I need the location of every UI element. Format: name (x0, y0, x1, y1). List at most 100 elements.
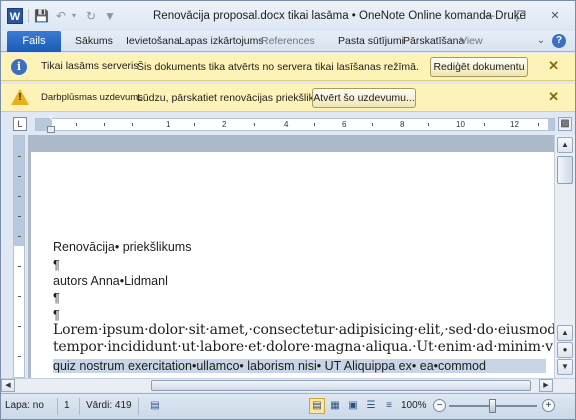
tab-page-layout[interactable]: Lapas izkārtojums (179, 31, 264, 52)
close-icon[interactable]: ✕ (545, 8, 565, 24)
vertical-scrollbar[interactable]: ▲ ▲ ● ▼ (554, 135, 575, 378)
scroll-left-icon[interactable]: ◀ (1, 379, 15, 392)
ruler-tick (18, 156, 21, 157)
readonly-message-bar: i Tikai lasāms serveris Šis dokuments ti… (1, 53, 575, 81)
ruler-tick (18, 266, 21, 267)
horizontal-scroll-thumb[interactable] (151, 380, 531, 391)
redo-icon[interactable]: ↻ (84, 9, 98, 23)
ruler-tick (538, 123, 539, 126)
document-title-line[interactable]: Renovācija• priekšlikums (53, 240, 191, 254)
ruler-tick (194, 123, 195, 126)
previous-page-icon[interactable]: ▲ (557, 325, 573, 341)
document-page[interactable]: Renovācija• priekšlikums ¶ autors Anna•L… (31, 152, 554, 378)
selected-text-line[interactable]: quiz nostrum exercitation•ullamco• labor… (53, 359, 546, 373)
page-number[interactable]: 1 (64, 400, 70, 411)
ruler-tick (254, 123, 255, 126)
ruler-tick (132, 123, 133, 126)
vertical-ruler[interactable] (13, 135, 25, 378)
tab-review[interactable]: Pārskatīšana (403, 31, 464, 52)
web-layout-icon[interactable]: ▣ (345, 398, 361, 414)
view-ruler-button[interactable]: ▩ (558, 117, 572, 131)
tab-view[interactable]: View (460, 31, 483, 52)
indent-marker[interactable] (47, 115, 55, 134)
print-layout-icon[interactable]: ▤ (309, 398, 325, 414)
word-app-icon[interactable]: W (7, 8, 23, 24)
status-separator (138, 398, 139, 415)
ruler-tick (18, 326, 21, 327)
title-bar: W 💾 ↶ ▾ ↻ ▼ Renovācija proposal.docx tik… (1, 1, 575, 31)
tab-references[interactable]: References (261, 31, 315, 52)
message-text: Lūdzu, pārskatiet renovācijas priekšliku… (137, 92, 335, 104)
ruler-tick (76, 123, 77, 126)
first-line-indent[interactable] (47, 115, 55, 120)
scroll-right-icon[interactable]: ▶ (539, 379, 553, 392)
zoom-level[interactable]: 100% (401, 400, 427, 411)
zoom-out-icon[interactable]: − (433, 399, 446, 412)
left-indent[interactable] (47, 126, 55, 133)
ruler-number: 12 (510, 120, 519, 129)
info-icon: i (11, 59, 27, 75)
ruler-tick (484, 123, 485, 126)
tab-selector[interactable]: L (13, 117, 27, 131)
ruler-row: L 1 2 4 6 8 10 12 ▩ (1, 115, 575, 134)
scroll-up-icon[interactable]: ▲ (557, 137, 573, 153)
ruler-tick (428, 123, 429, 126)
tab-file[interactable]: Fails (7, 31, 61, 52)
document-area: Renovācija• priekšlikums ¶ autors Anna•L… (28, 135, 554, 378)
scroll-thumb[interactable] (557, 156, 573, 184)
full-screen-reading-icon[interactable]: ▦ (327, 398, 343, 414)
body-text-line[interactable]: Lorem·ipsum·dolor·sit·amet,·consectetur·… (53, 322, 554, 338)
tab-insert[interactable]: Ievietošana (126, 31, 180, 52)
horizontal-scrollbar[interactable]: ◀ ▶ (1, 378, 575, 392)
next-page-icon[interactable]: ▼ (557, 359, 573, 375)
ruler-number: 6 (342, 120, 347, 129)
top-margin (14, 136, 24, 246)
ruler-tick (18, 216, 21, 217)
tab-home[interactable]: Sākums (75, 31, 113, 52)
status-bar: Lapa: no 1 Vārdi: 419 ▤ ▤ ▦ ▣ ☰ ≡ 100% −… (1, 393, 575, 419)
ruler-number: 10 (456, 120, 465, 129)
close-icon[interactable]: ✕ (548, 90, 559, 104)
ruler-tick (372, 123, 373, 126)
language-icon[interactable]: ▤ (147, 398, 163, 414)
draft-icon[interactable]: ≡ (381, 398, 397, 414)
ruler-tick (18, 176, 21, 177)
close-icon[interactable]: ✕ (548, 59, 559, 73)
paragraph-mark[interactable]: ¶ (53, 291, 60, 305)
ruler-tick (18, 296, 21, 297)
ruler-number: 2 (222, 120, 227, 129)
open-task-button[interactable]: Atvērt šo uzdevumu... (312, 88, 416, 108)
restore-icon[interactable]: ❐ (511, 8, 531, 24)
message-label: Darbplūsmas uzdevums (41, 92, 143, 103)
minimize-icon[interactable]: — (479, 8, 499, 24)
paragraph-mark[interactable]: ¶ (53, 258, 60, 272)
window-title: Renovācija proposal.docx tikai lasāma • … (153, 10, 526, 22)
save-icon[interactable]: 💾 (34, 9, 49, 23)
outline-icon[interactable]: ☰ (363, 398, 379, 414)
zoom-slider-thumb[interactable] (489, 399, 496, 413)
ruler-tick (104, 123, 105, 126)
status-separator (57, 398, 58, 415)
edit-document-button[interactable]: Rediģēt dokumentu (430, 57, 528, 77)
minimize-ribbon-icon[interactable]: ⌄ (534, 34, 548, 48)
tab-mailings[interactable]: Pasta sūtījumi (338, 31, 404, 52)
right-margin (548, 119, 554, 130)
customize-icon[interactable]: ▼ (103, 9, 117, 23)
body-text-line[interactable]: tempor·incididunt·ut·labore·et·dolore·ma… (53, 339, 553, 355)
zoom-in-icon[interactable]: + (542, 399, 555, 412)
ruler-number: 8 (400, 120, 405, 129)
undo-dropdown-icon[interactable]: ▾ (67, 9, 81, 23)
help-icon[interactable]: ? (552, 34, 566, 48)
undo-icon[interactable]: ↶ (54, 9, 68, 23)
ribbon-tabs: Fails Sākums Ievietošana Lapas izkārtoju… (1, 31, 575, 52)
author-line[interactable]: autors Anna•Lidmanl (53, 274, 168, 288)
browse-object-icon[interactable]: ● (557, 342, 573, 358)
message-text: Šis dokuments tika atvērts no servera ti… (137, 61, 419, 73)
message-label: Tikai lasāms serveris (41, 60, 139, 72)
word-window: W 💾 ↶ ▾ ↻ ▼ Renovācija proposal.docx tik… (0, 0, 576, 420)
warning-mark: ! (18, 92, 22, 103)
page-indicator[interactable]: Lapa: no (5, 400, 44, 411)
word-count[interactable]: Vārdi: 419 (86, 400, 132, 411)
paragraph-mark[interactable]: ¶ (53, 308, 60, 322)
horizontal-ruler[interactable]: 1 2 4 6 8 10 12 (35, 118, 555, 131)
